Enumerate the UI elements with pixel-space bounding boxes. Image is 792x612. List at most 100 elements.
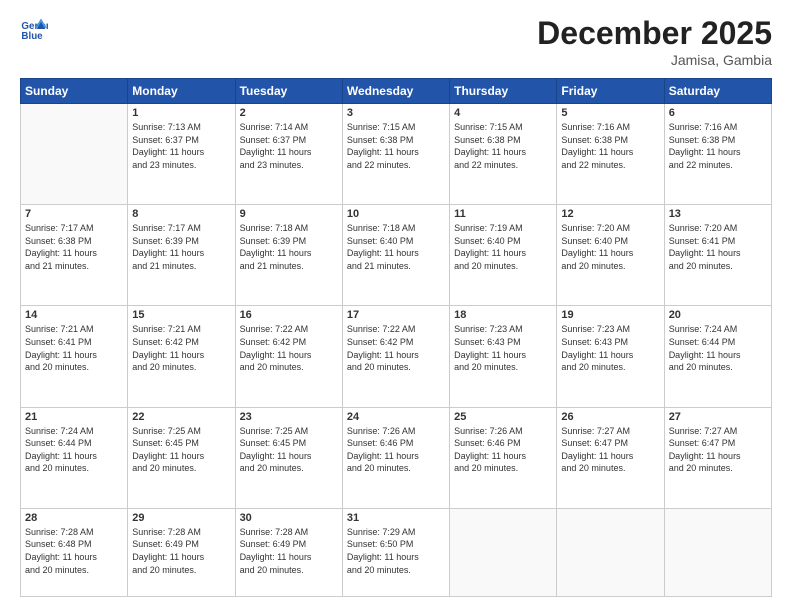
col-sunday: Sunday [21,79,128,104]
day-info: Sunrise: 7:28 AMSunset: 6:48 PMDaylight:… [25,526,123,576]
table-row: 7 Sunrise: 7:17 AMSunset: 6:38 PMDaylight… [21,205,128,306]
col-friday: Friday [557,79,664,104]
day-info: Sunrise: 7:16 AMSunset: 6:38 PMDaylight:… [561,121,659,171]
day-number: 22 [132,411,230,423]
table-row: 23Sunrise: 7:25 AMSunset: 6:45 PMDayligh… [235,407,342,508]
day-number: 11 [454,208,552,220]
table-row: 24Sunrise: 7:26 AMSunset: 6:46 PMDayligh… [342,407,449,508]
col-saturday: Saturday [664,79,771,104]
day-info: Sunrise: 7:22 AMSunset: 6:42 PMDaylight:… [347,323,445,373]
table-row: 9 Sunrise: 7:18 AMSunset: 6:39 PMDaylight… [235,205,342,306]
day-info: Sunrise: 7:28 AMSunset: 6:49 PMDaylight:… [240,526,338,576]
table-row: 22 Sunrise: 7:25 AMSunset: 6:45 PMDayligh… [128,407,235,508]
day-number: 19 [561,309,659,321]
day-number: 29 [132,512,230,524]
col-wednesday: Wednesday [342,79,449,104]
day-number: 13 [669,208,767,220]
table-row: 28 Sunrise: 7:28 AMSunset: 6:48 PMDayligh… [21,508,128,596]
day-number: 27 [669,411,767,423]
day-info: Sunrise: 7:15 AMSunset: 6:38 PMDaylight:… [454,121,552,171]
day-number: 30 [240,512,338,524]
logo: General Blue [20,15,52,43]
day-number: 12 [561,208,659,220]
day-number: 15 [132,309,230,321]
calendar-table: Sunday Monday Tuesday Wednesday Thursday… [20,78,772,597]
day-info: Sunrise: 7:17 AMSunset: 6:38 PMDaylight:… [25,222,123,272]
table-row: 25 Sunrise: 7:26 AMSunset: 6:46 PMDayligh… [450,407,557,508]
day-info: Sunrise: 7:13 AMSunset: 6:37 PMDaylight:… [132,121,230,171]
day-info: Sunrise: 7:18 AMSunset: 6:39 PMDaylight:… [240,222,338,272]
table-row: 26 Sunrise: 7:27 AMSunset: 6:47 PMDayligh… [557,407,664,508]
day-info: Sunrise: 7:21 AMSunset: 6:42 PMDaylight:… [132,323,230,373]
day-info: Sunrise: 7:23 AMSunset: 6:43 PMDaylight:… [454,323,552,373]
day-number: 5 [561,107,659,119]
day-info: Sunrise: 7:16 AMSunset: 6:38 PMDaylight:… [669,121,767,171]
day-number: 1 [132,107,230,119]
day-number: 4 [454,107,552,119]
day-number: 21 [25,411,123,423]
day-number: 3 [347,107,445,119]
day-number: 26 [561,411,659,423]
table-row: 13 Sunrise: 7:20 AMSunset: 6:41 PMDayligh… [664,205,771,306]
day-number: 7 [25,208,123,220]
table-row: 5 Sunrise: 7:16 AMSunset: 6:38 PMDaylight… [557,104,664,205]
table-row [21,104,128,205]
table-row: 8 Sunrise: 7:17 AMSunset: 6:39 PMDaylight… [128,205,235,306]
table-row: 27 Sunrise: 7:27 AMSunset: 6:47 PMDayligh… [664,407,771,508]
day-info: Sunrise: 7:27 AMSunset: 6:47 PMDaylight:… [669,425,767,475]
day-info: Sunrise: 7:28 AMSunset: 6:49 PMDaylight:… [132,526,230,576]
day-info: Sunrise: 7:17 AMSunset: 6:39 PMDaylight:… [132,222,230,272]
table-row: 17 Sunrise: 7:22 AMSunset: 6:42 PMDayligh… [342,306,449,407]
day-info: Sunrise: 7:29 AMSunset: 6:50 PMDaylight:… [347,526,445,576]
table-row: 16Sunrise: 7:22 AMSunset: 6:42 PMDayligh… [235,306,342,407]
day-number: 6 [669,107,767,119]
header: General Blue December 2025 Jamisa, Gambi… [20,15,772,68]
day-number: 2 [240,107,338,119]
day-number: 28 [25,512,123,524]
day-info: Sunrise: 7:15 AMSunset: 6:38 PMDaylight:… [347,121,445,171]
day-number: 8 [132,208,230,220]
table-row: 15 Sunrise: 7:21 AMSunset: 6:42 PMDayligh… [128,306,235,407]
table-row: 20Sunrise: 7:24 AMSunset: 6:44 PMDayligh… [664,306,771,407]
table-row: 18 Sunrise: 7:23 AMSunset: 6:43 PMDayligh… [450,306,557,407]
day-info: Sunrise: 7:25 AMSunset: 6:45 PMDaylight:… [132,425,230,475]
col-thursday: Thursday [450,79,557,104]
day-number: 18 [454,309,552,321]
table-row: 10 Sunrise: 7:18 AMSunset: 6:40 PMDayligh… [342,205,449,306]
day-info: Sunrise: 7:19 AMSunset: 6:40 PMDaylight:… [454,222,552,272]
col-tuesday: Tuesday [235,79,342,104]
month-title: December 2025 [537,15,772,52]
day-info: Sunrise: 7:26 AMSunset: 6:46 PMDaylight:… [347,425,445,475]
day-number: 25 [454,411,552,423]
day-number: 31 [347,512,445,524]
day-number: 14 [25,309,123,321]
day-info: Sunrise: 7:21 AMSunset: 6:41 PMDaylight:… [25,323,123,373]
day-number: 9 [240,208,338,220]
col-monday: Monday [128,79,235,104]
table-row: 31 Sunrise: 7:29 AMSunset: 6:50 PMDayligh… [342,508,449,596]
table-row [664,508,771,596]
page: General Blue December 2025 Jamisa, Gambi… [0,0,792,612]
day-info: Sunrise: 7:20 AMSunset: 6:41 PMDaylight:… [669,222,767,272]
day-number: 16 [240,309,338,321]
table-row: 21 Sunrise: 7:24 AMSunset: 6:44 PMDayligh… [21,407,128,508]
table-row [450,508,557,596]
table-row: 6 Sunrise: 7:16 AMSunset: 6:38 PMDaylight… [664,104,771,205]
table-row: 1 Sunrise: 7:13 AMSunset: 6:37 PMDaylight… [128,104,235,205]
title-block: December 2025 Jamisa, Gambia [537,15,772,68]
table-row: 3 Sunrise: 7:15 AMSunset: 6:38 PMDaylight… [342,104,449,205]
day-number: 23 [240,411,338,423]
day-number: 20 [669,309,767,321]
day-info: Sunrise: 7:24 AMSunset: 6:44 PMDaylight:… [25,425,123,475]
day-number: 17 [347,309,445,321]
day-info: Sunrise: 7:27 AMSunset: 6:47 PMDaylight:… [561,425,659,475]
day-number: 10 [347,208,445,220]
table-row [557,508,664,596]
day-info: Sunrise: 7:23 AMSunset: 6:43 PMDaylight:… [561,323,659,373]
header-row: Sunday Monday Tuesday Wednesday Thursday… [21,79,772,104]
svg-text:Blue: Blue [21,31,43,42]
day-info: Sunrise: 7:26 AMSunset: 6:46 PMDaylight:… [454,425,552,475]
day-info: Sunrise: 7:18 AMSunset: 6:40 PMDaylight:… [347,222,445,272]
subtitle: Jamisa, Gambia [537,52,772,68]
table-row: 4 Sunrise: 7:15 AMSunset: 6:38 PMDaylight… [450,104,557,205]
